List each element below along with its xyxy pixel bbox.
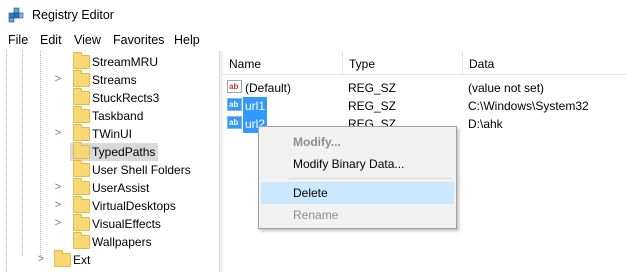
folder-icon [73,196,90,213]
folder-icon [54,250,71,267]
expand-chevron-icon[interactable]: > [53,181,63,193]
expand-chevron-icon[interactable]: > [53,199,63,211]
folder-icon [73,160,90,177]
folder-icon [73,52,90,69]
tree-item-wallpapers[interactable]: Wallpapers [0,232,219,251]
folder-icon [73,214,90,231]
string-value-icon: ab [227,116,242,129]
tree-item-label: StreamMRU [92,55,159,69]
tree-item-ext[interactable]: > Ext [0,250,219,269]
tree-item-virtualdesktops[interactable]: > VirtualDesktops [0,196,219,215]
folder-icon [73,88,90,105]
context-menu: Modify... Modify Binary Data... Delete R… [258,126,457,229]
column-header-type[interactable]: Type [343,51,463,75]
tree-item-twinui[interactable]: > TWinUI [0,124,219,143]
registry-editor-icon [8,7,24,23]
menu-view[interactable]: View [74,33,101,47]
tree-item-typedpaths[interactable]: TypedPaths [0,142,219,161]
tree-item-label: Streams [92,73,137,87]
value-type: REG_SZ [348,99,397,113]
menu-item-label: Rename [293,208,339,222]
string-value-icon: ab [227,80,242,93]
column-header-name[interactable]: Name [223,51,343,75]
folder-icon [73,70,90,87]
folder-icon [73,142,90,159]
menu-item-label: Modify... [293,135,341,149]
window-title: Registry Editor [32,8,114,22]
tree-item-label: UserAssist [92,181,150,195]
column-header-label: Data [469,57,495,71]
expand-chevron-icon[interactable]: > [53,217,63,229]
value-data: C:\Windows\System32 [468,99,589,113]
tree-item-streammru[interactable]: StreamMRU [0,52,219,71]
menu-favorites[interactable]: Favorites [113,33,164,47]
menu-item-label: Modify Binary Data... [293,157,405,171]
value-name: (Default) [245,81,292,95]
tree-item-streams[interactable]: > Streams [0,70,219,89]
menu-bar: File Edit View Favorites Help [0,30,627,51]
expand-chevron-icon[interactable]: > [53,73,63,85]
tree-item-label: Wallpapers [92,235,152,249]
menu-edit[interactable]: Edit [40,33,62,47]
column-header-data[interactable]: Data [463,51,627,75]
menu-help[interactable]: Help [174,33,200,47]
value-data: D:\ahk [468,117,503,131]
folder-icon [73,124,90,141]
tree-item-label: VisualEffects [92,217,161,231]
tree-item-label: VirtualDesktops [92,199,176,213]
folder-icon [73,232,90,249]
menu-file[interactable]: File [8,33,28,47]
context-menu-rename[interactable]: Rename [261,204,454,226]
folder-icon [73,106,90,123]
column-header-label: Name [229,57,262,71]
tree-item-label: TypedPaths [92,145,156,159]
context-menu-delete[interactable]: Delete [261,182,454,204]
tree-item-label: Ext [73,253,91,267]
value-row-url1[interactable]: ab url1 REG_SZ C:\Windows\System32 [223,97,627,115]
tree-item-label: Taskband [92,109,144,123]
tree-item-label: TWinUI [92,127,132,141]
tree-item-stuckrects3[interactable]: StuckRects3 [0,88,219,107]
value-type: REG_SZ [348,81,397,95]
value-data: (value not set) [468,81,545,95]
context-menu-modify-binary[interactable]: Modify Binary Data... [261,153,454,175]
menu-separator [289,178,452,179]
context-menu-modify[interactable]: Modify... [261,131,454,153]
menu-item-label: Delete [293,186,328,200]
value-row-default[interactable]: ab (Default) REG_SZ (value not set) [223,79,627,97]
tree-pane[interactable]: StreamMRU > Streams StuckRects3 Taskband… [0,51,219,272]
tree-item-label: User Shell Folders [92,163,191,177]
title-bar: Registry Editor [0,0,627,30]
tree-item-visualeffects[interactable]: > VisualEffects [0,214,219,233]
tree-item-user-shell-folders[interactable]: User Shell Folders [0,160,219,179]
string-value-icon: ab [227,98,242,111]
value-name: url1 [243,97,268,115]
tree-item-taskband[interactable]: Taskband [0,106,219,125]
expand-chevron-icon[interactable]: > [36,253,46,265]
column-header-label: Type [349,57,376,71]
expand-chevron-icon[interactable]: > [53,127,63,139]
tree-item-userassist[interactable]: > UserAssist [0,178,219,197]
tree-item-label: StuckRects3 [92,91,160,105]
folder-icon [73,178,90,195]
